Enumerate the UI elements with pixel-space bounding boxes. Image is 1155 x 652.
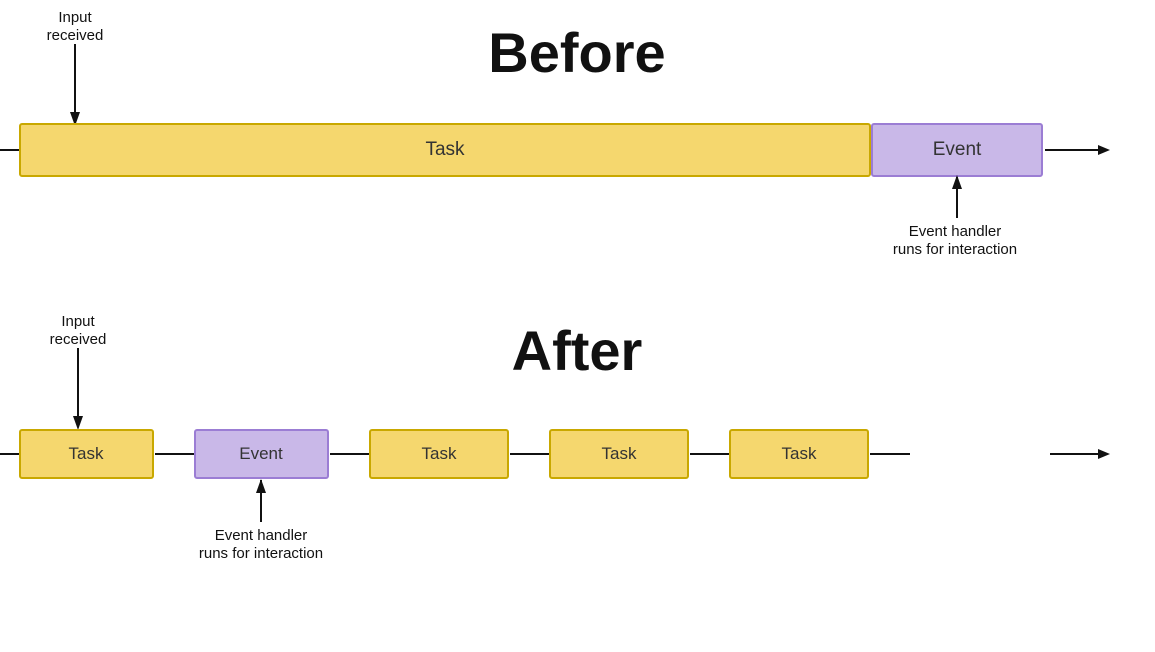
after-title: After bbox=[512, 319, 643, 382]
before-event-handler-label1: Event handler bbox=[909, 223, 1002, 240]
before-event-handler-arrow-head bbox=[952, 175, 962, 189]
before-event-handler-label2: runs for interaction bbox=[893, 241, 1017, 258]
after-task-label-4: Task bbox=[782, 444, 817, 463]
before-event-label: Event bbox=[933, 139, 982, 160]
after-input-received-label: Input bbox=[61, 313, 95, 330]
after-event-label: Event bbox=[239, 444, 283, 463]
after-event-handler-arrow-head bbox=[256, 479, 266, 493]
before-input-received-label: Input bbox=[58, 9, 92, 26]
before-input-received-label2: received bbox=[47, 27, 104, 44]
before-task-label: Task bbox=[425, 139, 465, 160]
after-event-handler-label1: Event handler bbox=[215, 527, 308, 544]
main-diagram: Before Input received Task Event Event h… bbox=[0, 0, 1155, 647]
after-task-label-1: Task bbox=[69, 444, 104, 463]
after-timeline-arrow bbox=[1098, 449, 1110, 459]
before-title: Before bbox=[488, 21, 665, 84]
after-event-handler-label2: runs for interaction bbox=[199, 545, 323, 562]
after-input-received-label2: received bbox=[50, 331, 107, 348]
before-timeline-arrow bbox=[1098, 145, 1110, 155]
after-task-label-2: Task bbox=[422, 444, 457, 463]
after-input-arrow-head bbox=[73, 416, 83, 430]
after-task-label-3: Task bbox=[602, 444, 637, 463]
